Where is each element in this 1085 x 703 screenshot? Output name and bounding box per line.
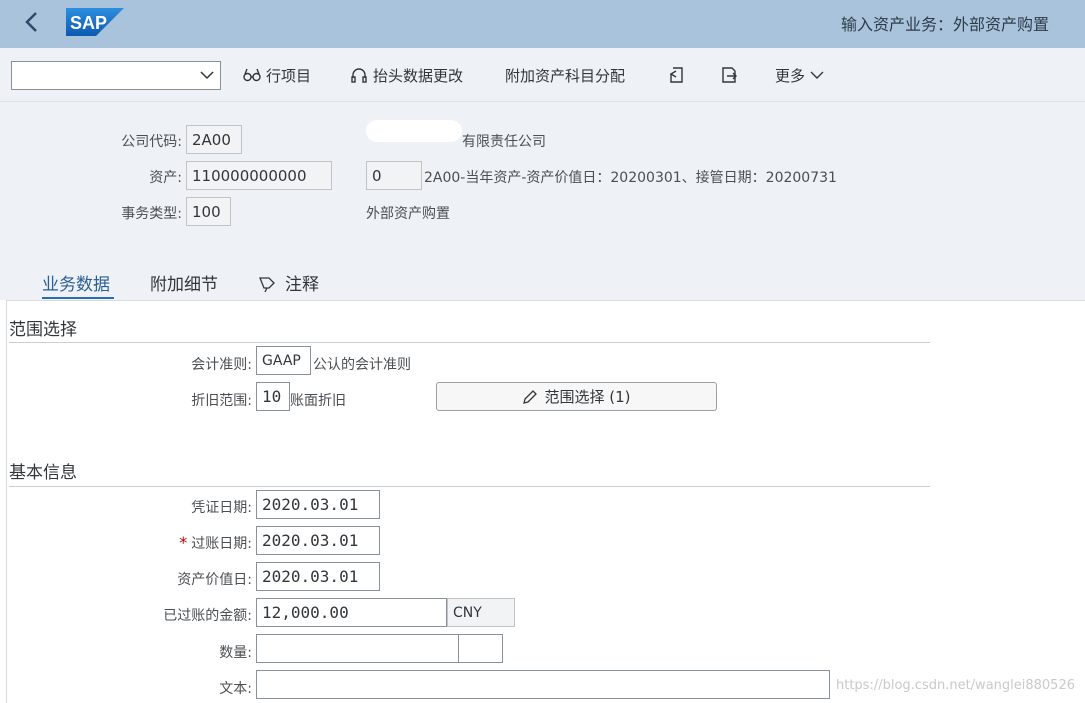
tab-business-data[interactable]: 业务数据 — [42, 270, 110, 295]
asset-number-field: 110000000000 — [186, 161, 332, 190]
active-tab-indicator — [42, 297, 114, 299]
required-marker: * — [179, 533, 188, 552]
transaction-type-field: 100 — [186, 197, 231, 226]
quantity-field[interactable] — [256, 634, 459, 663]
range-selection-label: 范围选择 (1) — [544, 388, 631, 406]
watermark: https://blog.csdn.net/wanglei880526 — [836, 678, 1075, 693]
header-change-button[interactable]: 抬头数据更改 — [350, 64, 463, 86]
shell-bar: SAP 输入资产业务：外部资产购置 — [0, 0, 1085, 48]
document-date-label: 凭证日期: — [191, 500, 252, 516]
scope-section-title: 范围选择 — [9, 320, 77, 340]
ledger-description: 公认的会计准则 — [313, 357, 411, 373]
asset-subnumber-field: 0 — [366, 161, 422, 190]
more-button[interactable]: 更多 — [775, 64, 824, 86]
text-field[interactable] — [256, 670, 830, 699]
headset-icon — [350, 66, 368, 84]
transaction-type-description: 外部资产购置 — [366, 206, 450, 222]
back-icon[interactable] — [18, 8, 46, 36]
company-name: 有限责任公司 — [462, 134, 546, 150]
value-date-field[interactable]: 2020.03.01 — [256, 562, 380, 591]
basic-section-title: 基本信息 — [9, 463, 77, 483]
posting-date-field[interactable]: 2020.03.01 — [256, 526, 380, 555]
redacted-area — [366, 120, 462, 142]
line-items-button[interactable]: 行项目 — [243, 64, 311, 86]
document-export-icon[interactable] — [720, 64, 738, 86]
tab-notes[interactable]: 注释 — [257, 270, 319, 295]
sap-logo: SAP — [66, 8, 124, 36]
line-items-label: 行项目 — [266, 66, 312, 85]
pencil-icon — [522, 389, 538, 405]
asset-label: 资产: — [149, 170, 182, 186]
posting-date-label: * 过账日期: — [179, 533, 252, 552]
range-selection-button[interactable]: 范围选择 (1) — [436, 382, 717, 411]
document-date-field[interactable]: 2020.03.01 — [256, 490, 380, 519]
tab-additional-details[interactable]: 附加细节 — [150, 270, 218, 295]
chevron-down-icon — [810, 68, 824, 82]
posted-amount-label: 已过账的金额: — [163, 608, 252, 624]
currency-field: CNY — [447, 598, 515, 627]
account-assignment-label: 附加资产科目分配 — [505, 66, 626, 85]
section-divider — [9, 342, 930, 343]
variant-select[interactable] — [11, 61, 221, 90]
more-label: 更多 — [775, 66, 806, 85]
unit-field[interactable] — [458, 634, 503, 663]
app-title: 输入资产业务：外部资产购置 — [840, 15, 1049, 34]
header-change-label: 抬头数据更改 — [373, 66, 464, 85]
svg-text:SAP: SAP — [70, 13, 107, 33]
company-code-field: 2A00 — [186, 125, 242, 154]
chevron-down-icon — [200, 68, 214, 82]
note-icon — [257, 273, 277, 293]
posted-amount-field[interactable]: 12,000.00 — [256, 598, 447, 627]
depreciation-area-label: 折旧范围: — [191, 393, 252, 409]
account-assignment-button[interactable]: 附加资产科目分配 — [505, 64, 625, 86]
section-divider — [9, 486, 930, 487]
document-import-icon[interactable] — [667, 64, 685, 86]
asset-description: 2A00-当年资产-资产价值日：20200301、接管日期：20200731 — [424, 170, 837, 186]
text-label: 文本: — [219, 681, 252, 697]
value-date-label: 资产价值日: — [177, 572, 252, 588]
quantity-label: 数量: — [219, 645, 252, 661]
glasses-icon — [243, 66, 261, 84]
depreciation-area-description: 账面折旧 — [290, 393, 346, 409]
depreciation-area-field[interactable]: 10 — [256, 382, 290, 411]
ledger-label: 会计准则: — [191, 357, 252, 373]
toolbar: 行项目 抬头数据更改 附加资产科目分配 更多 — [0, 48, 1085, 102]
company-code-label: 公司代码: — [121, 134, 182, 150]
ledger-field[interactable]: GAAP — [256, 346, 311, 375]
transaction-type-label: 事务类型: — [121, 206, 182, 222]
